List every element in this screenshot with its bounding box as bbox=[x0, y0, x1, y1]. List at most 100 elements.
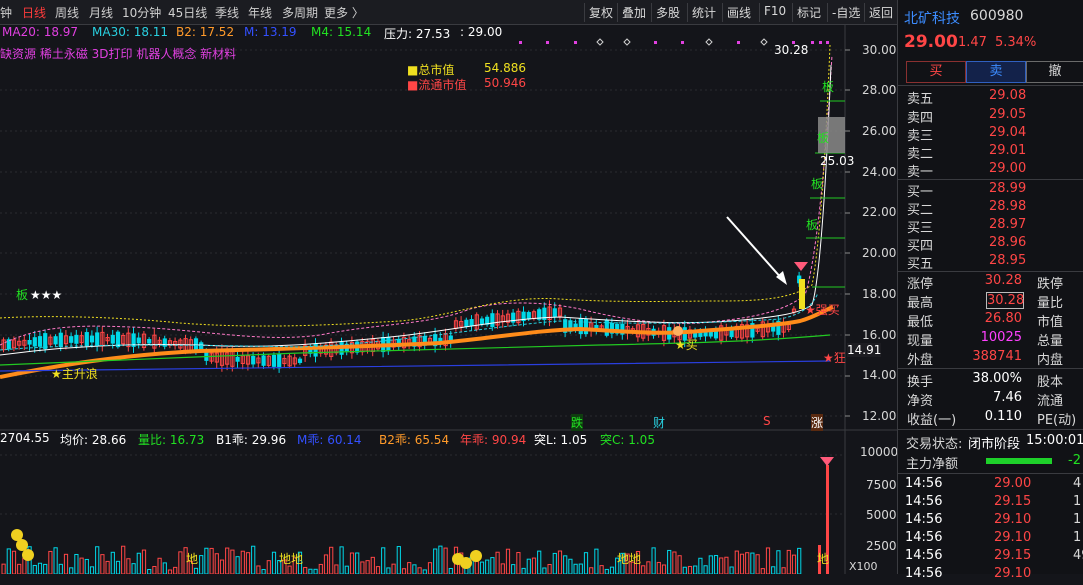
ask-row-4[interactable]: 卖四 29.05 bbox=[898, 107, 1083, 126]
ma-blue-line bbox=[0, 360, 831, 372]
tab-10min[interactable]: 10分钟 bbox=[122, 4, 161, 21]
bid-row-1[interactable]: 买一 28.99 bbox=[898, 181, 1083, 200]
tab-minute[interactable]: 钟 bbox=[0, 4, 12, 21]
ban-mark: 板 bbox=[16, 288, 29, 302]
volume-bar bbox=[734, 550, 739, 574]
volume-bar bbox=[589, 567, 594, 574]
bid-row-3[interactable]: 买三 28.97 bbox=[898, 217, 1083, 236]
price-tick-12: 12.00 bbox=[862, 409, 897, 423]
ma-white-line bbox=[0, 64, 832, 356]
ask-row-3[interactable]: 卖三 29.04 bbox=[898, 125, 1083, 144]
tab-monthly[interactable]: 月线 bbox=[89, 4, 113, 21]
price-tick-26: 26.00 bbox=[862, 124, 897, 138]
sell-button[interactable]: 卖 bbox=[966, 61, 1026, 83]
volume-bar bbox=[698, 557, 703, 574]
divider bbox=[898, 368, 1083, 369]
volume-bar bbox=[58, 563, 63, 574]
ask-row-2[interactable]: 卖二 29.01 bbox=[898, 143, 1083, 162]
overlay-button[interactable]: 叠加 bbox=[617, 3, 650, 22]
tab-quarterly[interactable]: 季线 bbox=[215, 4, 239, 21]
tab-yearly[interactable]: 年线 bbox=[248, 4, 272, 21]
ban-mark-3: 板 bbox=[811, 177, 824, 191]
volume-bar bbox=[719, 557, 724, 574]
vol-ratio: 量比: 16.73 bbox=[138, 433, 205, 447]
kline-chart[interactable] bbox=[0, 25, 897, 574]
bid-row-4[interactable]: 买四 28.96 bbox=[898, 235, 1083, 254]
candle bbox=[277, 353, 282, 369]
volume-bar bbox=[417, 567, 422, 574]
main-net-flow: 主力净额 -2 bbox=[906, 453, 1081, 472]
quote-row-eps: 收益(一) 0.110 PE(动) bbox=[907, 409, 1077, 428]
vol-v0: 2704.55 bbox=[0, 431, 50, 445]
tab-daily[interactable]: 日线 bbox=[22, 4, 46, 21]
volume-bar bbox=[516, 552, 521, 574]
mark-button[interactable]: 标记 bbox=[792, 3, 825, 22]
volume-bar bbox=[511, 564, 516, 574]
volume-bar bbox=[448, 567, 453, 574]
ban-mark-2: 板 bbox=[817, 131, 830, 145]
ban-mark-4: 板 bbox=[806, 218, 819, 232]
ban-mark-1: 板 bbox=[822, 80, 835, 94]
main-wave-mark: ★主升浪 bbox=[51, 367, 98, 381]
bid-row-2[interactable]: 买二 28.98 bbox=[898, 199, 1083, 218]
quote-row-low: 最低 26.80 市值 bbox=[907, 311, 1064, 330]
cancel-button[interactable]: 撤 bbox=[1026, 61, 1083, 83]
price-tick-16: 16.00 bbox=[862, 328, 897, 342]
volume-bar bbox=[230, 549, 235, 574]
back-button[interactable]: 返回 bbox=[864, 3, 897, 22]
volume-bar bbox=[713, 555, 719, 574]
volume-bar bbox=[781, 567, 786, 574]
candle bbox=[469, 319, 474, 327]
tab-more[interactable]: 更多 〉 bbox=[324, 4, 364, 21]
draw-line-button[interactable]: 画线 bbox=[722, 3, 755, 22]
ask-row-1[interactable]: 卖一 29.00 bbox=[898, 161, 1083, 180]
divider bbox=[898, 85, 1083, 86]
volume-bar bbox=[693, 565, 698, 574]
price-tick-30: 30.00 bbox=[862, 43, 897, 57]
candle bbox=[84, 332, 89, 347]
f10-button[interactable]: F10 bbox=[759, 3, 790, 22]
volume-bar bbox=[63, 553, 69, 574]
price-change: 1.47 bbox=[958, 35, 987, 50]
bid-row-5[interactable]: 买五 28.95 bbox=[898, 253, 1083, 272]
volume-bar bbox=[479, 561, 485, 574]
candle bbox=[115, 331, 121, 348]
multi-stock-button[interactable]: 多股 bbox=[651, 3, 684, 22]
volume-bar bbox=[84, 558, 89, 574]
volume-bar bbox=[121, 545, 126, 574]
volume-bar bbox=[266, 560, 271, 574]
adjust-button[interactable]: 复权 bbox=[584, 3, 617, 22]
volume-bar bbox=[672, 551, 677, 574]
ask-row-5[interactable]: 卖五 29.08 bbox=[898, 88, 1083, 107]
volume-bar bbox=[329, 546, 334, 574]
tab-multi-period[interactable]: 多周期 bbox=[282, 4, 318, 21]
candle bbox=[578, 318, 583, 335]
candle bbox=[552, 308, 557, 317]
buy-button[interactable]: 买 bbox=[906, 61, 966, 83]
tick-row: 14:56 29.10 bbox=[905, 566, 1032, 581]
volume-bar bbox=[552, 552, 557, 574]
grid-lines bbox=[0, 49, 845, 417]
volume-bar bbox=[105, 560, 110, 574]
tab-weekly[interactable]: 周线 bbox=[55, 4, 79, 21]
gem-icon-volume bbox=[820, 457, 834, 466]
volume-bar bbox=[225, 547, 230, 574]
volume-bar bbox=[251, 545, 256, 574]
volume-bar bbox=[760, 568, 765, 574]
volume-bar bbox=[396, 546, 401, 574]
tab-45day[interactable]: 45日线 bbox=[168, 4, 207, 21]
stats-button[interactable]: 统计 bbox=[687, 3, 720, 22]
add-favorite-button[interactable]: -自选 bbox=[827, 3, 864, 22]
volume-bar bbox=[349, 552, 355, 574]
candle bbox=[37, 336, 43, 347]
volume-bar bbox=[765, 547, 771, 574]
vol-b2: B2乖: 65.54 bbox=[379, 433, 450, 447]
volume-bar bbox=[407, 562, 412, 574]
volume-bar bbox=[115, 560, 121, 574]
period-toolbar: 钟 日线 周线 月线 10分钟 45日线 季线 年线 多周期 更多 〉 复权 叠… bbox=[0, 0, 897, 25]
s-mark: S bbox=[763, 414, 771, 428]
volume-bar bbox=[193, 567, 199, 574]
volume-bar bbox=[214, 553, 219, 574]
volume-bar bbox=[537, 550, 542, 574]
tick-row: 14:56 29.00 4 bbox=[905, 476, 1082, 491]
